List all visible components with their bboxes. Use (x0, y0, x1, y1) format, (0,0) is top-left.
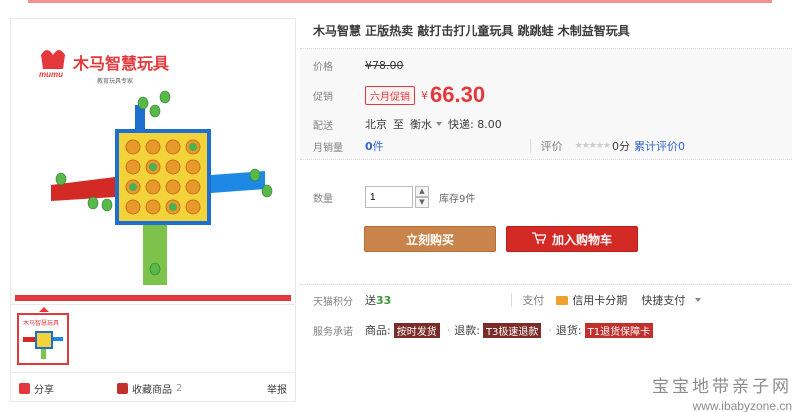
main-product-image[interactable]: mumu 木马智慧玩具 教育玩具专家 (15, 25, 291, 301)
section-divider (300, 284, 792, 285)
share-button[interactable]: 分享 (19, 381, 54, 396)
report-link[interactable]: 举报 (267, 381, 287, 396)
stock-count: 库存9件 (439, 193, 476, 205)
points-row: 天猫积分 送33 支付 信用卡分期 快捷支付 (313, 292, 707, 308)
selected-thumb-indicator (39, 307, 49, 312)
favorite-button[interactable]: 收藏商品 2 (117, 381, 182, 396)
product-title: 木马智慧 正版热卖 敲打击打儿童玩具 跳跳蛙 木制益智玩具 (313, 24, 630, 38)
points-info: 送33 (365, 294, 392, 307)
add-to-cart-button[interactable]: 加入购物车 (506, 226, 638, 252)
top-accent-bar (0, 0, 800, 6)
thumbnail-strip: 木马智慧玩具 (11, 304, 295, 372)
return-guarantee-badge: T1退货保障卡 (584, 322, 654, 338)
destination-select[interactable]: 衡水 (410, 116, 432, 132)
price-row: 价格 ¥78.00 (313, 59, 404, 73)
gallery-actions: 分享 收藏商品 2 举报 (11, 372, 295, 402)
brand-mark: mumu (39, 70, 63, 79)
credit-installment-link[interactable]: 信用卡分期 (572, 292, 627, 308)
toy-illustration: mumu 木马智慧玩具 教育玩具专家 (15, 50, 291, 301)
quantity-stepper: ▲ ▼ (415, 186, 429, 208)
divider (511, 293, 513, 307)
total-reviews-link[interactable]: 累计评价0 (634, 138, 685, 154)
favorite-count: 2 (176, 383, 183, 394)
on-time-shipping-badge: 按时发货 (393, 322, 440, 338)
quantity-decrease-button[interactable]: ▼ (415, 197, 429, 208)
quantity-increase-button[interactable]: ▲ (415, 186, 429, 197)
favorite-icon (117, 383, 128, 394)
chevron-down-icon[interactable] (695, 297, 702, 302)
promo-row: 促销 六月促销 ¥ 66.30 (313, 82, 486, 107)
fast-refund-badge: T3极速退款 (482, 322, 542, 338)
rating-score: 0分 (612, 140, 630, 153)
quick-pay-link[interactable]: 快捷支付 (641, 292, 685, 308)
thumbnail-1[interactable]: 木马智慧玩具 (17, 313, 69, 365)
product-gallery: mumu 木马智慧玩具 教育玩具专家 木马智慧玩具 分享 收藏商品 2 举报 (10, 18, 296, 402)
ship-from: 北京 (365, 118, 387, 131)
divider (529, 139, 531, 153)
quantity-input[interactable] (365, 186, 413, 208)
sales-row: 月销量 0 件 评价 ★★★★★ 0分 累计评价0 (313, 138, 685, 154)
thumb-logo: 木马智慧玩具 (23, 319, 59, 327)
site-watermark: 宝宝地带亲子网 www.ibabyzone.cn (652, 377, 792, 412)
share-icon (19, 383, 30, 394)
credit-card-icon (556, 295, 569, 305)
monthly-sales: 0 (365, 139, 373, 153)
logo-text: 木马智慧玩具 (72, 54, 169, 73)
chevron-down-icon[interactable] (436, 121, 442, 126)
buy-now-button[interactable]: 立刻购买 (364, 226, 496, 252)
promo-tag: 六月促销 (365, 85, 415, 105)
delivery-row: 配送 北京 至 衡水 快递: 8.00 (313, 116, 502, 132)
express-fee: 快递: 8.00 (448, 118, 502, 131)
cart-icon (531, 231, 547, 247)
original-price: ¥78.00 (365, 59, 404, 72)
logo-subtext: 教育玩具专家 (97, 77, 133, 85)
brand-logo: mumu 木马智慧玩具 教育玩具专家 (39, 50, 169, 85)
service-row: 服务承诺 商品: 按时发货 · 退款: T3极速退款 · 退货: T1退货保障卡 (313, 322, 656, 338)
current-price: 66.30 (430, 82, 486, 107)
quantity-row: 数量 ▲ ▼ 库存9件 (313, 186, 475, 208)
rating-stars: ★★★★★ (574, 141, 611, 151)
